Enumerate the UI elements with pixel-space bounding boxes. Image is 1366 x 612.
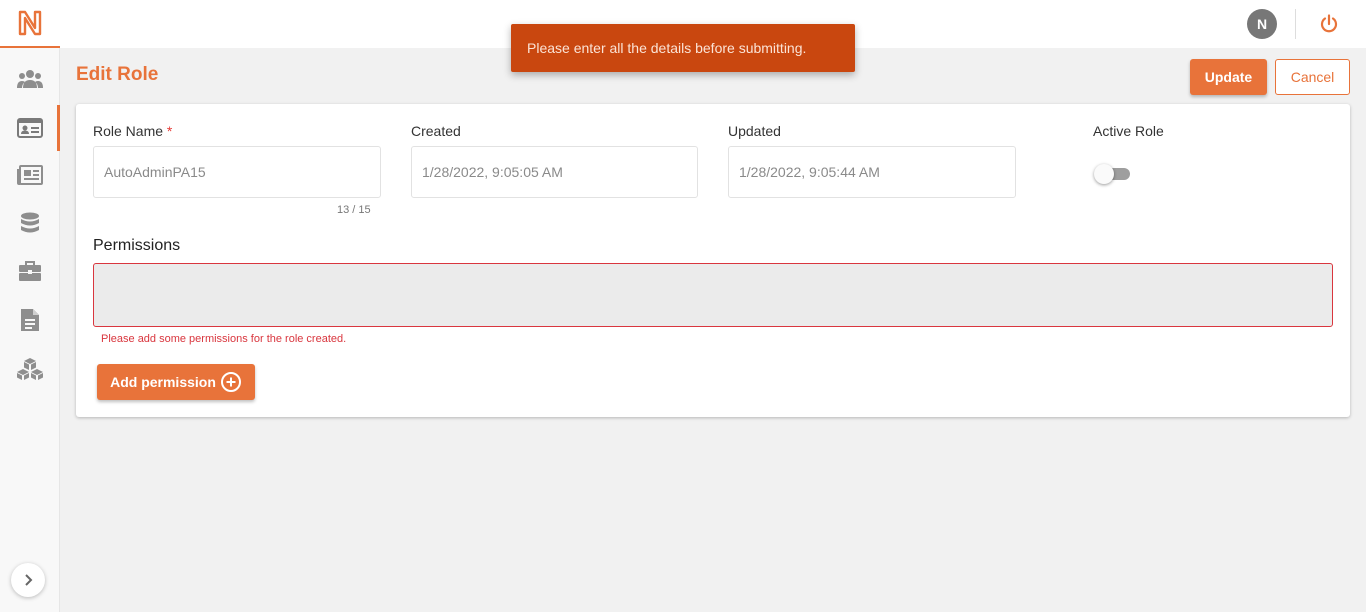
database-icon (21, 212, 39, 233)
add-permission-button[interactable]: Add permission (97, 364, 255, 400)
power-icon (1320, 14, 1338, 33)
app-logo[interactable] (0, 0, 60, 48)
active-role-toggle[interactable] (1094, 164, 1130, 184)
updated-field (728, 146, 1016, 198)
cancel-button[interactable]: Cancel (1275, 59, 1350, 95)
permissions-error: Please add some permissions for the role… (101, 333, 347, 345)
required-mark: * (166, 123, 173, 139)
id-card-icon (17, 118, 43, 138)
updated-label: Updated (728, 123, 781, 139)
sidebar-item-database[interactable] (0, 201, 60, 247)
sidebar-item-news[interactable] (0, 152, 60, 198)
sidebar-expand-button[interactable] (11, 563, 45, 597)
briefcase-icon (19, 261, 41, 281)
add-permission-label: Add permission (110, 374, 216, 390)
sidebar-item-modules[interactable] (0, 346, 60, 392)
sidebar (0, 0, 60, 612)
sidebar-item-roles[interactable] (0, 105, 60, 151)
created-label: Created (411, 123, 461, 139)
logo-icon (18, 10, 42, 36)
created-field (411, 146, 698, 198)
update-button[interactable]: Update (1190, 59, 1267, 95)
toggle-thumb (1094, 164, 1114, 184)
role-name-label: Role Name * (93, 123, 172, 139)
sidebar-item-users[interactable] (0, 56, 60, 102)
role-name-label-text: Role Name (93, 123, 164, 139)
newspaper-icon (17, 165, 43, 185)
permissions-box[interactable] (93, 263, 1333, 327)
chevron-right-icon (25, 574, 33, 586)
plus-circle-icon (220, 372, 241, 392)
role-name-input[interactable] (93, 146, 381, 198)
document-icon (21, 309, 39, 331)
role-name-counter: 13 / 15 (337, 204, 371, 216)
error-toast: Please enter all the details before subm… (511, 24, 855, 72)
permissions-title: Permissions (93, 237, 181, 254)
sidebar-item-documents[interactable] (0, 297, 60, 343)
role-form-card: Role Name * 13 / 15 Created Updated Acti… (76, 104, 1350, 417)
top-bar-divider (1295, 9, 1296, 39)
user-avatar[interactable]: N (1247, 9, 1277, 39)
sidebar-item-briefcase[interactable] (0, 248, 60, 294)
users-icon (17, 70, 43, 88)
cubes-icon (17, 358, 43, 380)
active-role-label: Active Role (1093, 123, 1164, 139)
page-title: Edit Role (76, 64, 159, 85)
logout-button[interactable] (1316, 11, 1342, 37)
